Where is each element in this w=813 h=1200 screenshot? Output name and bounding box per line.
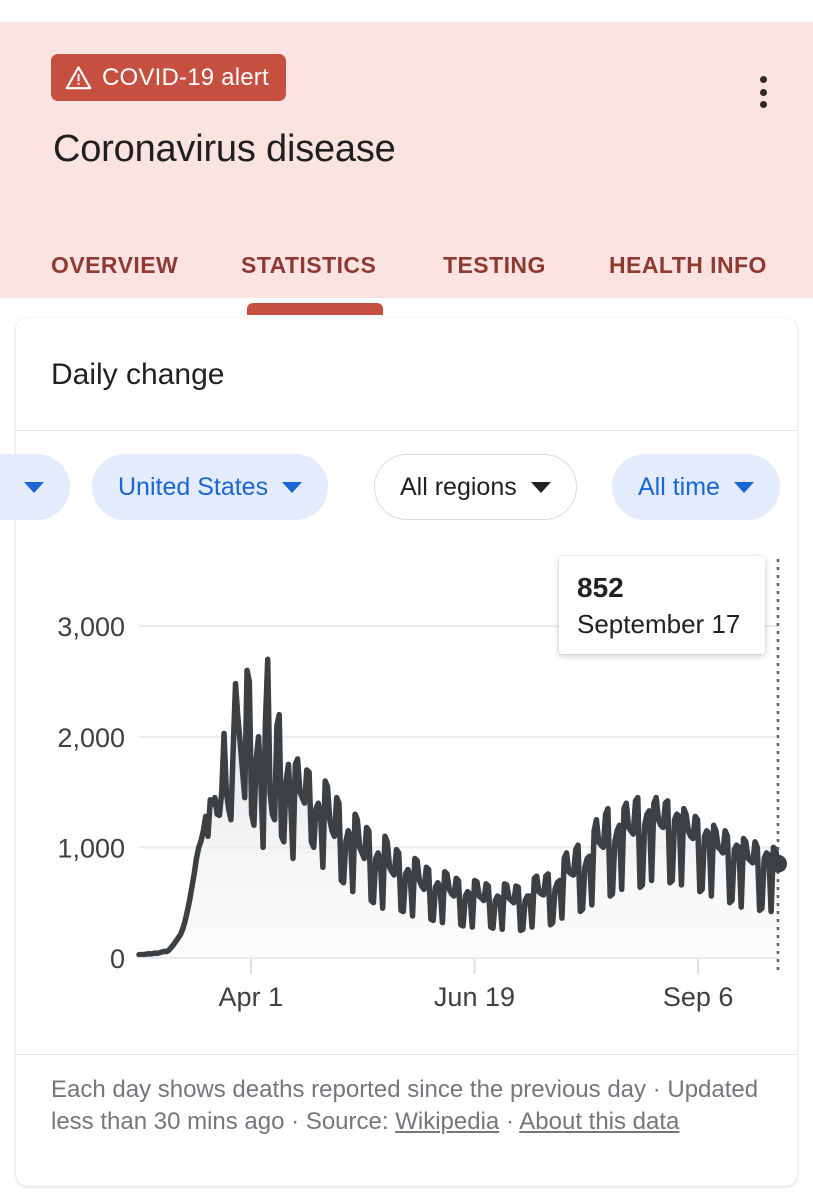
about-this-data-link[interactable]: About this data bbox=[519, 1108, 679, 1135]
chart-x-axis-labels: Apr 1 Jun 19 Sep 6 bbox=[219, 982, 734, 1012]
svg-text:Apr 1: Apr 1 bbox=[219, 982, 284, 1012]
page-header: COVID-19 alert Coronavirus disease OVERV… bbox=[0, 22, 813, 315]
svg-text:3,000: 3,000 bbox=[57, 612, 125, 642]
footnote-line1: Each day shows deaths reported since the… bbox=[51, 1076, 661, 1103]
svg-text:2,000: 2,000 bbox=[57, 723, 125, 753]
tab-testing[interactable]: TESTING bbox=[443, 227, 546, 298]
kebab-dot bbox=[759, 101, 767, 108]
footnote-separator: · bbox=[291, 1107, 300, 1135]
tooltip-value: 852 bbox=[577, 572, 624, 603]
svg-text:0: 0 bbox=[110, 944, 125, 974]
chart-tooltip: 852 September 17 bbox=[559, 556, 765, 654]
covid-statistics-page: COVID-19 alert Coronavirus disease OVERV… bbox=[0, 0, 813, 1200]
filter-chip-timerange-label: All time bbox=[638, 472, 720, 501]
filter-chip-row[interactable]: United States All regions All time bbox=[0, 454, 797, 526]
filter-chip-regions[interactable]: All regions bbox=[374, 454, 577, 520]
filter-chip-timerange[interactable]: All time bbox=[612, 454, 780, 520]
card-title: Daily change bbox=[51, 358, 225, 391]
alert-badge-label: COVID-19 alert bbox=[102, 63, 269, 91]
chart-footnote: Each day shows deaths reported since the… bbox=[51, 1074, 771, 1137]
tab-overview[interactable]: OVERVIEW bbox=[51, 227, 178, 298]
kebab-dot bbox=[759, 88, 767, 96]
daily-change-card: Daily change United States All regions A… bbox=[0, 318, 797, 1186]
warning-triangle-icon bbox=[65, 66, 92, 90]
filter-chip-truncated[interactable] bbox=[0, 454, 70, 520]
chart-hover-dot bbox=[769, 854, 787, 873]
chevron-down-icon bbox=[733, 481, 754, 493]
svg-text:1,000: 1,000 bbox=[57, 833, 125, 863]
card-divider-bottom bbox=[16, 1054, 797, 1055]
tab-health-info[interactable]: HEALTH INFO bbox=[609, 227, 767, 298]
covid-alert-badge[interactable]: COVID-19 alert bbox=[51, 54, 286, 101]
filter-chip-regions-label: All regions bbox=[400, 472, 517, 501]
source-link-wikipedia[interactable]: Wikipedia bbox=[395, 1108, 499, 1135]
tab-statistics[interactable]: STATISTICS bbox=[241, 227, 376, 298]
chevron-down-icon bbox=[282, 481, 303, 493]
active-tab-indicator bbox=[247, 303, 383, 315]
page-title: Coronavirus disease bbox=[53, 128, 396, 170]
chevron-down-icon bbox=[24, 481, 44, 493]
tab-bar: OVERVIEW STATISTICS TESTING HEALTH INFO bbox=[0, 227, 813, 298]
chevron-down-icon bbox=[530, 481, 551, 493]
chart-x-axis-ticks bbox=[139, 957, 778, 974]
footnote-separator-2: · bbox=[505, 1107, 514, 1135]
svg-text:Jun 19: Jun 19 bbox=[434, 982, 515, 1012]
card-divider-top bbox=[16, 430, 797, 431]
footnote-source-label: Source: bbox=[305, 1107, 389, 1135]
chart-y-axis-labels: 0 1,000 2,000 3,000 bbox=[57, 612, 125, 974]
tooltip-date: September 17 bbox=[577, 608, 741, 639]
kebab-dot bbox=[759, 76, 767, 83]
kebab-menu-icon[interactable] bbox=[750, 74, 776, 110]
svg-text:Sep 6: Sep 6 bbox=[663, 982, 734, 1012]
filter-chip-country-label: United States bbox=[118, 472, 269, 501]
filter-chip-country[interactable]: United States bbox=[92, 454, 329, 520]
